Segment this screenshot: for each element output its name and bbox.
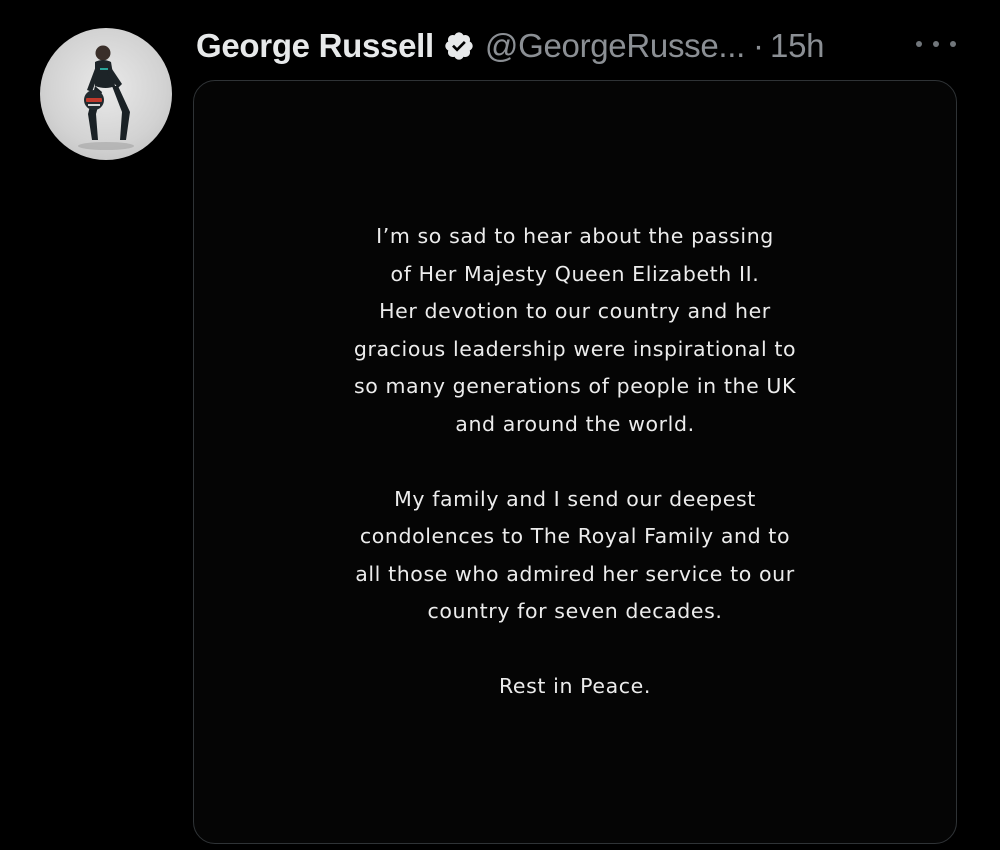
statement-text: I’m so sad to hear about the passing of … bbox=[194, 218, 956, 706]
more-horizontal-icon[interactable] bbox=[916, 34, 956, 54]
statement-line: Rest in Peace. bbox=[499, 674, 651, 698]
author-avatar[interactable] bbox=[40, 28, 172, 160]
statement-line: Her devotion to our country and her bbox=[379, 299, 771, 323]
statement-line: all those who admired her service to our bbox=[355, 561, 795, 586]
statement-line: country for seven decades. bbox=[427, 599, 723, 623]
statement-line: gracious leadership were inspirational t… bbox=[353, 336, 797, 361]
author-display-name[interactable]: George Russell bbox=[196, 27, 434, 65]
statement-paragraph: Rest in Peace. bbox=[194, 668, 956, 706]
tweet-timestamp[interactable]: 15h bbox=[770, 27, 824, 65]
tweet-header: George Russell @GeorgeRusse... · 15h bbox=[196, 22, 824, 70]
statement-line: condolences to The Royal Family and to bbox=[359, 524, 791, 548]
header-separator: · bbox=[753, 27, 765, 64]
statement-line: My family and I send our deepest bbox=[394, 486, 756, 511]
author-handle[interactable]: @GeorgeRusse... bbox=[485, 27, 745, 65]
statement-line: of Her Majesty Queen Elizabeth II. bbox=[390, 261, 760, 286]
statement-line: so many generations of people in the UK bbox=[353, 374, 797, 398]
avatar-image bbox=[78, 45, 134, 150]
statement-line: I’m so sad to hear about the passing bbox=[376, 224, 774, 248]
more-dot bbox=[950, 41, 956, 47]
more-dot bbox=[933, 41, 939, 47]
tweet-media-image[interactable]: I’m so sad to hear about the passing of … bbox=[193, 80, 957, 844]
statement-line: and around the world. bbox=[455, 411, 695, 436]
statement-paragraph: I’m so sad to hear about the passing of … bbox=[194, 218, 956, 443]
statement-paragraph: My family and I send our deepest condole… bbox=[194, 481, 956, 631]
more-dot bbox=[916, 41, 922, 47]
verified-badge-icon bbox=[443, 30, 475, 62]
